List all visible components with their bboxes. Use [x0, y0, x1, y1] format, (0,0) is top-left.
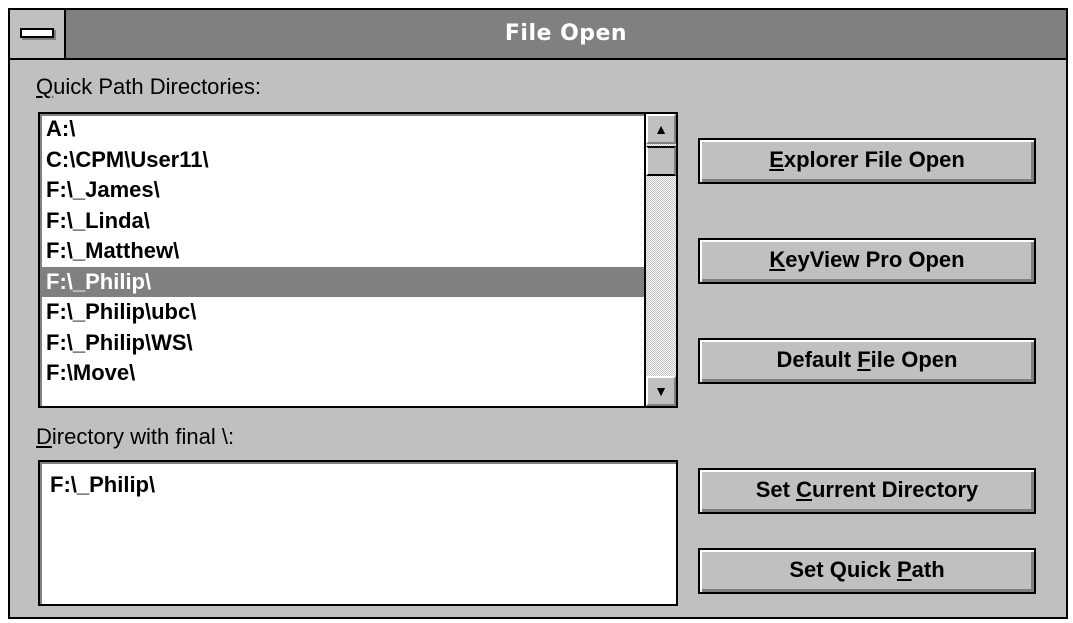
button-label-pre: Set Quick — [789, 557, 897, 582]
button-label-accel: K — [769, 247, 786, 272]
vertical-scrollbar[interactable]: ▲ ▼ — [644, 114, 676, 406]
quick-path-list: A:\ C:\CPM\User11\ F:\_James\ F:\_Linda\ F:\… — [40, 114, 644, 406]
button-label-post: ile Open — [870, 347, 958, 372]
list-item[interactable]: F:\_Linda\ — [40, 206, 644, 237]
directory-label-accel: D — [36, 424, 52, 449]
scroll-down-button[interactable]: ▼ — [646, 376, 676, 406]
list-item[interactable]: F:\_Matthew\ — [40, 236, 644, 267]
button-label-post: ath — [911, 557, 945, 582]
quick-path-label-accel: Q — [36, 74, 54, 99]
system-menu-button[interactable] — [10, 10, 66, 58]
button-label-pre: Set — [755, 477, 797, 502]
list-item[interactable]: F:\_Philip\WS\ — [40, 328, 644, 359]
button-label-accel: P — [896, 557, 912, 582]
directory-input-value: F:\_Philip\ — [50, 472, 156, 497]
quick-path-label-text: uick Path Directories: — [53, 74, 261, 99]
button-label-post: xplorer File Open — [783, 147, 965, 172]
scroll-up-button[interactable]: ▲ — [646, 114, 676, 144]
set-quick-path-button[interactable]: Set Quick Path — [698, 548, 1036, 594]
button-label-accel: E — [769, 147, 784, 172]
scroll-up-arrow-icon: ▲ — [654, 121, 668, 137]
directory-input[interactable]: F:\_Philip\ — [38, 460, 678, 606]
list-item[interactable]: F:\Move\ — [40, 358, 644, 389]
title-bar[interactable]: File Open — [10, 10, 1066, 60]
system-menu-icon — [20, 28, 54, 38]
file-open-dialog: File Open Quick Path Directories: A:\ C:\… — [8, 8, 1068, 619]
quick-path-listbox[interactable]: A:\ C:\CPM\User11\ F:\_James\ F:\_Linda\ F:\… — [38, 112, 678, 408]
list-item[interactable]: F:\_Philip\ — [40, 266, 644, 297]
explorer-file-open-button[interactable]: Explorer File Open — [698, 138, 1036, 184]
directory-label-text: irectory with final \: — [51, 424, 235, 449]
keyview-pro-open-button[interactable]: KeyView Pro Open — [698, 238, 1036, 284]
directory-label: Directory with final \: — [36, 424, 234, 450]
list-item[interactable]: C:\CPM\User11\ — [40, 145, 644, 176]
window-title: File Open — [504, 21, 628, 46]
button-label-accel: C — [796, 477, 812, 502]
quick-path-label: Quick Path Directories: — [36, 74, 261, 100]
button-label-accel: F — [857, 347, 871, 372]
list-item[interactable]: F:\_James\ — [40, 175, 644, 206]
scroll-down-arrow-icon: ▼ — [654, 383, 668, 399]
button-label-pre: Default — [776, 347, 858, 372]
default-file-open-button[interactable]: Default File Open — [698, 338, 1036, 384]
list-item[interactable]: F:\_Philip\ubc\ — [40, 297, 644, 328]
button-label-post: eyView Pro Open — [785, 247, 965, 272]
list-item[interactable]: A:\ — [40, 114, 644, 145]
set-current-directory-button[interactable]: Set Current Directory — [698, 468, 1036, 514]
button-label-post: urrent Directory — [811, 477, 979, 502]
scroll-thumb[interactable] — [646, 146, 676, 176]
